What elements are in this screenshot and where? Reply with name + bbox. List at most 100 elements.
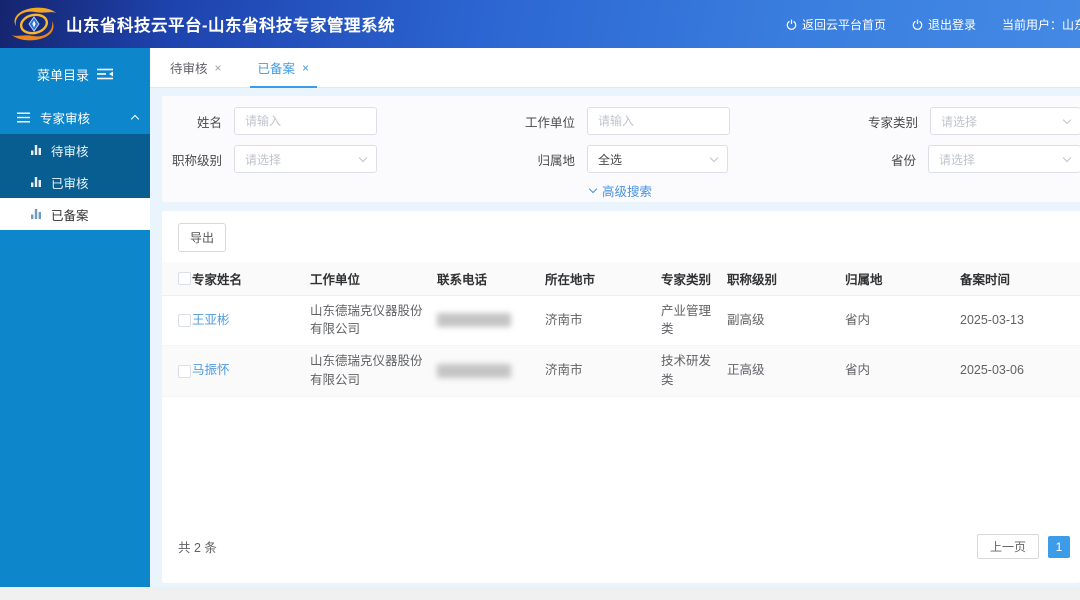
return-home-label: 返回云平台首页: [802, 16, 886, 33]
sidebar-item-label: 已审核: [51, 173, 89, 192]
phone-redacted: [437, 364, 511, 378]
list-icon: [17, 112, 30, 123]
export-button[interactable]: 导出: [178, 223, 226, 252]
expert-name-link[interactable]: 马振怀: [192, 363, 230, 377]
record-date-cell: 2025-03-06: [960, 346, 1080, 397]
phone-redacted: [437, 313, 511, 327]
expert-name-link[interactable]: 王亚彬: [192, 313, 230, 327]
sidebar: 菜单目录 专家审核 待审核: [0, 48, 150, 587]
city-cell: 济南市: [545, 346, 661, 397]
column-header: 专家类别: [661, 262, 727, 295]
return-home-link[interactable]: 返回云平台首页: [786, 16, 886, 33]
table-footer: 共 2 条 上一页 1: [162, 534, 1080, 583]
app-logo-icon: [8, 6, 60, 42]
title-level-field-label: 职称级别: [162, 150, 222, 169]
expert-category-select[interactable]: 请选择: [930, 107, 1080, 135]
title-level-cell: 副高级: [727, 295, 845, 346]
page-number-button[interactable]: 1: [1048, 536, 1070, 558]
page-title: 山东省科技云平台-山东省科技专家管理系统: [66, 12, 395, 36]
region-cell: 省内: [845, 346, 960, 397]
bar-chart-icon: [30, 208, 42, 220]
tab-label: 已备案: [258, 58, 296, 77]
search-panel: 姓名 工作单位 专家类别 请选择: [162, 96, 1080, 202]
table-header-row: 专家姓名 工作单位 联系电话 所在地市 专家类别 职称级别 归属地 备案时间: [162, 262, 1080, 295]
company-cell: 山东德瑞克仪器股份有限公司: [310, 346, 437, 397]
column-header: 所在地市: [545, 262, 661, 295]
table-row: 王亚彬 山东德瑞克仪器股份有限公司 济南市 产业管理类 副高级 省内 2025-…: [162, 295, 1080, 346]
total-count-label: 共 2 条: [178, 537, 217, 556]
chevron-down-icon: [589, 184, 597, 192]
column-header: 联系电话: [437, 262, 545, 295]
logout-link[interactable]: 退出登录: [912, 16, 976, 33]
region-select[interactable]: 全选: [587, 145, 728, 173]
menu-directory-label: 菜单目录: [37, 65, 89, 84]
chevron-down-icon: [1063, 153, 1071, 161]
tab-label: 待审核: [170, 58, 208, 77]
work-unit-field-label: 工作单位: [377, 112, 575, 131]
bar-chart-icon: [30, 176, 42, 188]
experts-table: 专家姓名 工作单位 联系电话 所在地市 专家类别 职称级别 归属地 备案时间: [162, 262, 1080, 397]
prev-page-button[interactable]: 上一页: [977, 534, 1039, 559]
region-cell: 省内: [845, 295, 960, 346]
region-field-label: 归属地: [377, 150, 575, 169]
tab-pending-review[interactable]: 待审核 ×: [162, 48, 230, 87]
category-cell: 技术研发类: [661, 346, 727, 397]
close-icon[interactable]: ×: [302, 61, 309, 75]
category-cell: 产业管理类: [661, 295, 727, 346]
chevron-up-icon: [131, 114, 139, 122]
results-panel: 导出 专家姓名 工作单位 联系电话: [162, 211, 1080, 583]
sidebar-item-reviewed[interactable]: 已审核: [0, 166, 150, 198]
city-cell: 济南市: [545, 295, 661, 346]
sidebar-group-label: 专家审核: [40, 108, 90, 127]
province-select[interactable]: 请选择: [928, 145, 1080, 173]
advanced-search-label: 高级搜索: [602, 181, 652, 200]
chevron-down-icon: [359, 153, 367, 161]
sidebar-group-expert-review[interactable]: 专家审核: [0, 100, 150, 134]
collapse-menu-icon: [97, 68, 113, 80]
company-cell: 山东德瑞克仪器股份有限公司: [310, 295, 437, 346]
province-field-label: 省份: [728, 150, 916, 169]
column-header: 备案时间: [960, 262, 1080, 295]
sidebar-item-label: 已备案: [51, 205, 89, 224]
table-row: 马振怀 山东德瑞克仪器股份有限公司 济南市 技术研发类 正高级 省内 2025-…: [162, 346, 1080, 397]
close-icon[interactable]: ×: [215, 61, 222, 75]
tab-recorded[interactable]: 已备案 ×: [250, 48, 318, 87]
column-header: 归属地: [845, 262, 960, 295]
sidebar-item-recorded[interactable]: 已备案: [0, 198, 150, 230]
power-icon: [786, 19, 797, 30]
advanced-search-link[interactable]: 高级搜索: [162, 178, 1080, 202]
select-value: 全选: [598, 151, 622, 168]
column-header: 工作单位: [310, 262, 437, 295]
select-placeholder: 请选择: [939, 151, 975, 168]
app-header: 山东省科技云平台-山东省科技专家管理系统 返回云平台首页 退出登录 当前用户：山…: [0, 0, 1080, 48]
select-all-checkbox[interactable]: [178, 272, 191, 285]
bar-chart-icon: [30, 144, 42, 156]
table-toolbar: 导出: [162, 211, 1080, 252]
select-placeholder: 请选择: [245, 151, 281, 168]
name-input[interactable]: [234, 107, 377, 135]
power-icon: [912, 19, 923, 30]
logout-label: 退出登录: [928, 16, 976, 33]
header-links: 返回云平台首页 退出登录 当前用户：山东: [786, 16, 1080, 33]
menu-directory-toggle[interactable]: 菜单目录: [0, 48, 150, 100]
row-checkbox[interactable]: [178, 365, 191, 378]
tab-bar: 待审核 × 已备案 ×: [150, 48, 1080, 88]
column-header: 职称级别: [727, 262, 845, 295]
row-checkbox[interactable]: [178, 314, 191, 327]
bottom-strip: [0, 587, 1080, 600]
pagination: 上一页 1: [977, 534, 1070, 559]
chevron-down-icon: [710, 153, 718, 161]
sidebar-submenu: 待审核 已审核 已备案: [0, 134, 150, 230]
sidebar-item-label: 待审核: [51, 141, 89, 160]
title-level-select[interactable]: 请选择: [234, 145, 377, 173]
record-date-cell: 2025-03-13: [960, 295, 1080, 346]
sidebar-item-pending-review[interactable]: 待审核: [0, 134, 150, 166]
title-level-cell: 正高级: [727, 346, 845, 397]
app-window: 山东省科技云平台-山东省科技专家管理系统 返回云平台首页 退出登录 当前用户：山…: [0, 0, 1080, 600]
current-user-label: 当前用户：山东: [1002, 16, 1080, 33]
content-area: 姓名 工作单位 专家类别 请选择: [150, 88, 1080, 587]
name-field-label: 姓名: [162, 112, 222, 131]
main-area: 待审核 × 已备案 × 姓名 工: [150, 48, 1080, 587]
chevron-down-icon: [1063, 115, 1071, 123]
work-unit-input[interactable]: [587, 107, 730, 135]
